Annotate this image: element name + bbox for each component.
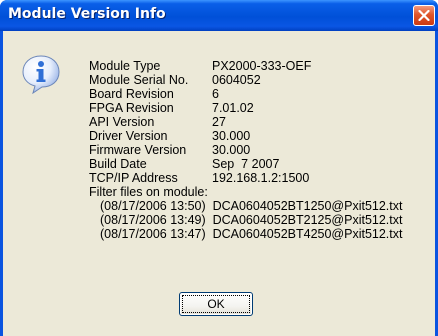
board-revision-label: Board Revision — [89, 87, 174, 101]
window-title: Module Version Info — [8, 6, 166, 22]
title-bar[interactable]: Module Version Info — [0, 0, 438, 31]
serial-number-label: Module Serial No. — [89, 73, 189, 87]
filter-file-item: (08/17/2006 13:49) DCA0604052BT2125@Pxit… — [100, 213, 403, 227]
close-button[interactable] — [413, 5, 435, 26]
filter-file-item: (08/17/2006 13:47) DCA0604052BT4250@Pxit… — [100, 227, 403, 241]
dialog-window: Module Version Info Module Type PX2000-3… — [0, 0, 438, 336]
driver-version-value: 30.000 — [212, 129, 251, 143]
api-version-value: 27 — [212, 115, 226, 129]
dialog-content: Module Type PX2000-333-OEF Module Serial… — [3, 31, 435, 336]
fpga-revision-value: 7.01.02 — [212, 101, 254, 115]
information-icon — [22, 55, 60, 94]
tcpip-address-label: TCP/IP Address — [89, 171, 178, 185]
driver-version-label: Driver Version — [89, 129, 168, 143]
fpga-revision-label: FPGA Revision — [89, 101, 174, 115]
module-type-value: PX2000-333-OEF — [212, 59, 312, 73]
api-version-label: API Version — [89, 115, 155, 129]
close-icon — [418, 10, 430, 21]
serial-number-value: 0604052 — [212, 73, 261, 87]
filter-files-heading: Filter files on module: — [89, 185, 208, 199]
build-date-value: Sep 7 2007 — [212, 157, 280, 171]
board-revision-value: 6 — [212, 87, 219, 101]
ok-button[interactable]: OK — [179, 292, 253, 316]
module-type-label: Module Type — [89, 59, 161, 73]
build-date-label: Build Date — [89, 157, 147, 171]
tcpip-address-value: 192.168.1.2:1500 — [212, 171, 310, 185]
firmware-version-label: Firmware Version — [89, 143, 187, 157]
firmware-version-value: 30.000 — [212, 143, 251, 157]
filter-file-item: (08/17/2006 13:50) DCA0604052BT1250@Pxit… — [100, 199, 403, 213]
